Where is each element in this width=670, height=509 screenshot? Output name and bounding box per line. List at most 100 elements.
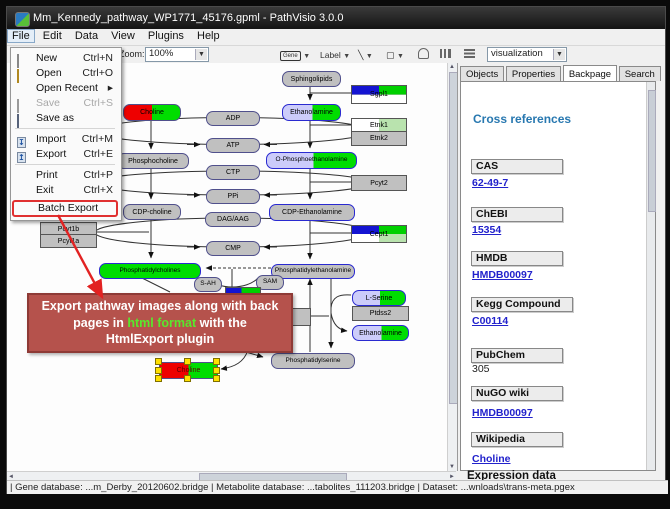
canvas-vertical-scrollbar[interactable]: ▲ ▼ [447,63,457,471]
line-tool-button[interactable]: ╲ ▼ [357,47,374,63]
xref-header-cas: CAS [471,159,563,174]
pathway-node-cdp-ethanolamine[interactable]: CDP-Ethanolamine [269,204,355,221]
zoom-combobox[interactable]: 100%▼ [145,47,209,62]
pathway-node-ptdss2[interactable]: Ptdss2 [352,306,409,321]
side-panel-tabs: Objects Properties Backpage Search Legen… [460,65,664,81]
pathway-node-phosphatidylcholines[interactable]: Phosphatidylcholines [99,263,201,279]
file-menu-save[interactable]: SaveCtrl+S [12,96,118,111]
tab-backpage[interactable]: Backpage [563,65,617,81]
menu-bar: File Edit Data View Plugins Help [7,29,665,46]
menu-help[interactable]: Help [192,29,225,43]
title-bar[interactable]: Mm_Kennedy_pathway_WP1771_45176.gpml - P… [7,7,665,29]
tab-properties[interactable]: Properties [506,66,561,81]
pathway-node-sgpl1[interactable]: Sgpl1 [351,85,407,104]
tab-search[interactable]: Search [619,66,661,81]
annotation-callout: Export pathway images along with back pa… [27,293,293,353]
xref-link-nugo[interactable]: HMDB00097 [472,407,533,419]
backpage-panel: Cross references CAS 62-49-7 ChEBI 15354… [460,81,656,471]
columns-icon [440,49,451,58]
pathway-node-adp[interactable]: ADP [206,111,260,126]
pathway-node-dag-aag[interactable]: DAG/AAG [205,212,261,227]
selection-handle[interactable] [155,367,162,374]
selection-handle[interactable] [213,358,220,365]
selection-handle[interactable] [184,358,191,365]
menu-data[interactable]: Data [70,29,103,43]
file-menu-dropdown: NewCtrl+N OpenCtrl+O Open Recent▸ SaveCt… [10,47,122,221]
pathway-node-pcyt1a[interactable]: Pcyt1a [40,234,97,248]
file-menu-print[interactable]: PrintCtrl+P [12,168,118,183]
xref-header-pubchem: PubChem [471,348,563,363]
selection-handle[interactable] [184,375,191,382]
chevron-down-icon[interactable]: ▼ [397,53,404,60]
status-bar: | Gene database: ...m_Derby_20120602.bri… [7,480,668,494]
sidebar-scrollbar[interactable] [646,82,655,470]
file-menu-open-recent[interactable]: Open Recent▸ [12,81,118,96]
zoom-label: Zoom: [119,47,145,61]
xref-link-wikipedia[interactable]: Choline [472,453,511,465]
pathway-node-cdp-choline[interactable]: CDP-choline [123,204,181,220]
pathway-node-o-phosphoethanolamine[interactable]: O-Phosphoethanolamine [266,152,357,169]
side-panel: Objects Properties Backpage Search Legen… [457,63,664,471]
pathway-node-ctp[interactable]: CTP [206,165,260,180]
pathway-node-ethanolamine-2[interactable]: Ethanolamine [352,325,409,341]
label-tool-button[interactable]: Label ▼ [319,47,351,63]
export-icon: ↥ [17,150,29,160]
pathway-node-phosphatidylethanolamine[interactable]: Phosphatidylethanolamine [271,264,355,279]
submenu-arrow-icon: ▸ [108,81,113,96]
chevron-down-icon[interactable]: ▼ [195,49,207,60]
menu-view[interactable]: View [106,29,140,43]
chevron-down-icon[interactable]: ▼ [343,53,350,60]
pathway-node-ppi[interactable]: PPi [206,189,260,204]
gene-datanode-button[interactable]: Gene ▼ [279,47,311,63]
menu-edit[interactable]: Edit [38,29,67,43]
selection-handle[interactable] [155,375,162,382]
distribute-tool-button[interactable] [439,47,452,63]
xref-header-hmdb: HMDB [471,251,563,266]
file-menu-exit[interactable]: ExitCtrl+X [12,183,118,198]
scrollbar-thumb[interactable] [648,90,656,212]
scroll-up-icon[interactable]: ▲ [448,63,456,71]
xref-link-kegg[interactable]: C00114 [472,315,508,327]
file-menu-export[interactable]: ↥ ExportCtrl+E [12,147,118,162]
pathway-node-atp[interactable]: ATP [206,138,260,153]
xref-header-kegg: Kegg Compound [471,297,573,312]
scroll-down-icon[interactable]: ▼ [448,463,456,471]
pathway-node-pcyt2[interactable]: Pcyt2 [351,175,407,191]
pathway-node-choline[interactable]: Choline [123,104,181,121]
stack-tool-button[interactable] [463,47,476,63]
shape-tool-button[interactable]: ▢ ▼ [385,47,405,63]
pathway-node-phosphatidylserine[interactable]: Phosphatidylserine [271,353,355,369]
selection-handle[interactable] [213,367,220,374]
file-menu-save-as[interactable]: Save as [12,111,118,126]
file-menu-import[interactable]: ↧ ImportCtrl+M [12,132,118,147]
new-file-icon [17,54,29,64]
pathway-node-phosphocholine[interactable]: Phosphocholine [117,153,189,169]
xref-value-pubchem: 305 [472,363,490,375]
chevron-down-icon[interactable]: ▼ [553,49,565,60]
chevron-down-icon[interactable]: ▼ [366,53,373,60]
pathway-node-ethanolamine[interactable]: Ethanolamine [282,104,341,121]
pathway-node-cmp[interactable]: CMP [206,241,260,256]
visualization-combobox[interactable]: visualization▼ [487,47,567,62]
pathway-node-sphingolipids[interactable]: Sphingolipids [282,71,341,87]
chevron-down-icon[interactable]: ▼ [303,53,310,60]
xref-header-chebi: ChEBI [471,207,563,222]
pathway-node-cept1[interactable]: Cept1 [351,225,407,243]
menu-file[interactable]: File [7,29,35,43]
file-menu-open[interactable]: OpenCtrl+O [12,66,118,81]
pathway-node-s-ah[interactable]: S-AH [194,277,222,292]
tab-objects[interactable]: Objects [460,66,504,81]
selection-handle[interactable] [213,375,220,382]
file-menu-batch-export[interactable]: Batch Export [12,200,118,217]
xref-link-chebi[interactable]: 15354 [472,224,501,236]
selection-handle[interactable] [155,358,162,365]
save-as-icon [17,114,29,124]
pathway-node-etnk2[interactable]: Etnk2 [351,131,407,146]
pathway-node-l-serine[interactable]: L-Serine [352,290,406,306]
menu-plugins[interactable]: Plugins [143,29,189,43]
stack-icon [464,49,475,58]
file-menu-new[interactable]: NewCtrl+N [12,51,118,66]
xref-link-cas[interactable]: 62-49-7 [472,177,508,189]
align-tool-button[interactable] [417,47,430,63]
xref-link-hmdb[interactable]: HMDB00097 [472,269,533,281]
